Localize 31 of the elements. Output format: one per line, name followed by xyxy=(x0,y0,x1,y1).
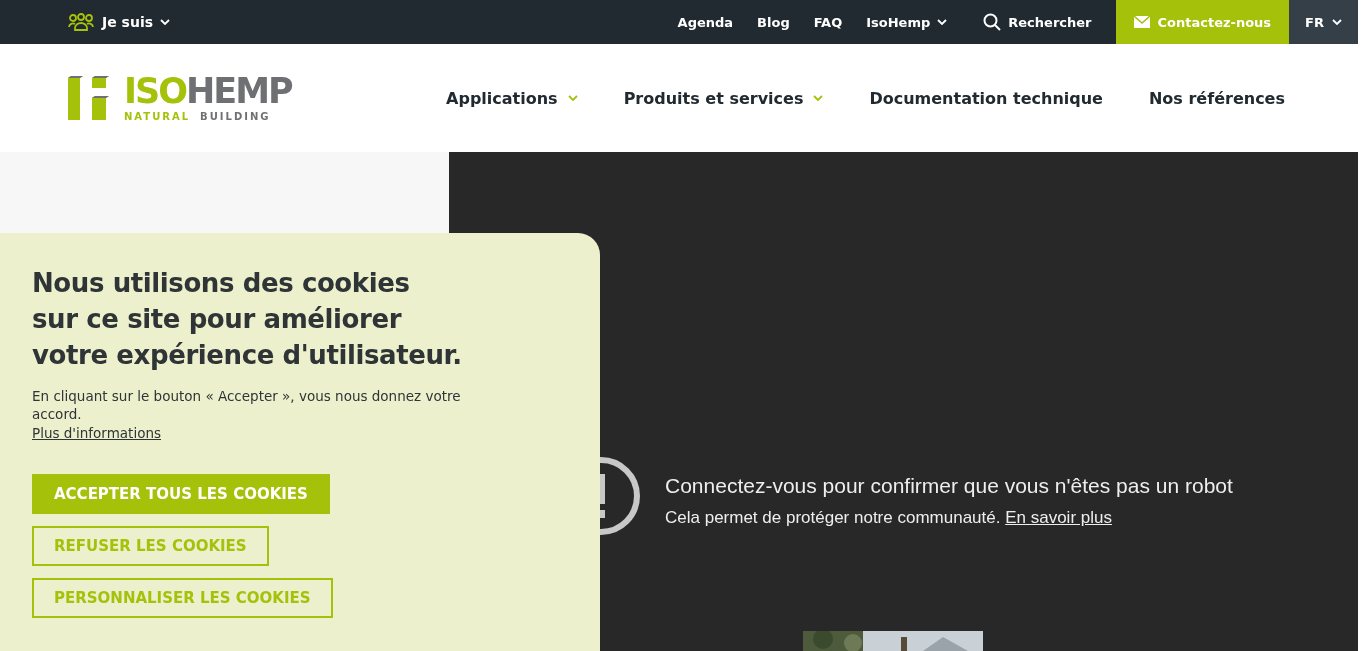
top-link[interactable]: IsoHemp xyxy=(866,14,948,30)
logo-tagline: NATURAL xyxy=(124,111,191,122)
nav-link[interactable]: Applications xyxy=(446,88,578,108)
logo-text: HEMP xyxy=(186,74,292,109)
top-link[interactable]: Agenda xyxy=(677,14,734,30)
chevron-down-icon xyxy=(160,19,170,25)
top-link[interactable]: Blog xyxy=(757,14,790,30)
learn-more-link[interactable]: En savoir plus xyxy=(1005,508,1112,527)
more-info-link[interactable]: Plus d'informations xyxy=(32,425,161,441)
audience-menu[interactable]: Je suis xyxy=(102,14,170,30)
cookie-title: Nous utilisons des cookies sur ce site pour améliorer votre expérience d'utilisateur. xyxy=(32,267,463,372)
search-icon xyxy=(983,13,1002,31)
search-link[interactable]: Rechercher xyxy=(983,13,1092,31)
envelope-icon xyxy=(1133,16,1150,28)
chevron-down-icon xyxy=(1332,19,1342,25)
people-icon xyxy=(68,13,94,31)
chevron-down-icon xyxy=(937,19,948,25)
logo-icon xyxy=(68,76,110,120)
cookie-text: En cliquant sur le bouton « Accepter », vous nous donnez votre accord. xyxy=(32,387,462,423)
alert-icon xyxy=(600,456,641,536)
chevron-down-icon xyxy=(567,95,578,101)
chevron-down-icon xyxy=(813,95,824,101)
video-error-title: Connectez-vous pour confirmer que vous n'êtes pas un robot xyxy=(665,474,1233,498)
nav-link[interactable]: Produits et services xyxy=(623,88,824,108)
logo-tagline: BUILDING xyxy=(200,111,271,122)
logo-text: ISO xyxy=(124,74,186,109)
language-menu[interactable]: FR xyxy=(1289,0,1358,44)
nav-link[interactable]: Documentation technique xyxy=(869,88,1103,108)
video-error-message: Cela permet de protéger notre communauté. En savoir plus xyxy=(665,508,1113,528)
top-link[interactable]: FAQ xyxy=(813,14,843,30)
nav-link[interactable]: Nos références xyxy=(1148,88,1285,108)
